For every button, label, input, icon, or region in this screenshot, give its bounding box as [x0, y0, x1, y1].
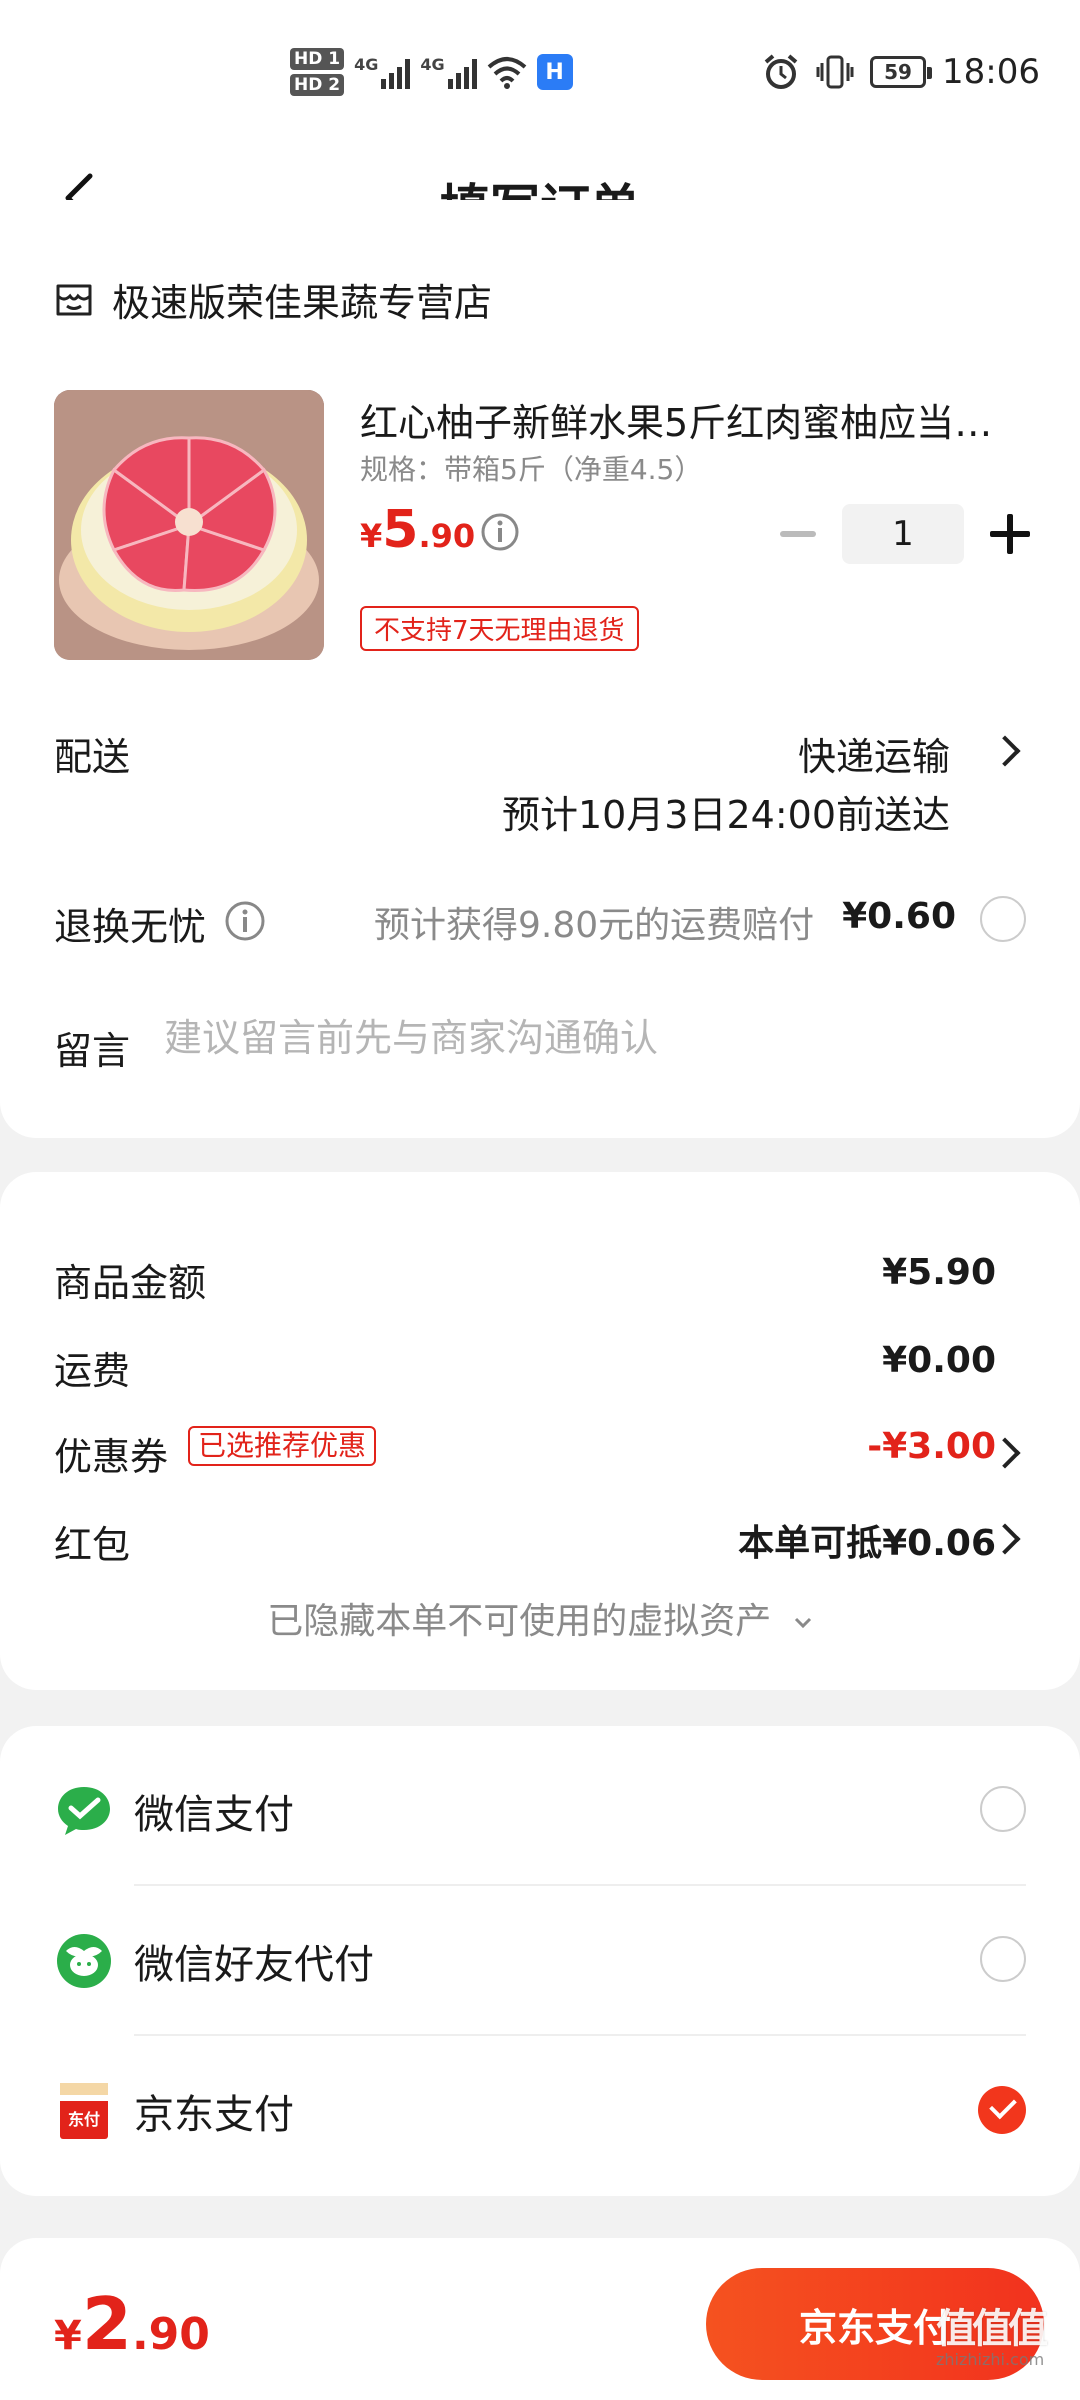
watermark: 值值值 zhizhizhi.com — [936, 2296, 1048, 2369]
info-icon[interactable] — [224, 900, 266, 942]
product-image[interactable] — [54, 390, 324, 660]
wifi-icon — [487, 57, 526, 89]
alarm-icon — [764, 54, 798, 89]
status-bar: HD 1 HD 2 4G 4G H 59 18:06 — [0, 0, 1080, 140]
sim1-indicator: HD 1 — [290, 48, 345, 70]
jd-pay-icon: 东付 — [60, 2083, 108, 2139]
quantity-stepper: 1 — [780, 504, 1030, 564]
plus-icon[interactable] — [990, 514, 1030, 554]
shipping-label: 运费 — [54, 1349, 131, 1393]
quantity-value[interactable]: 1 — [842, 504, 964, 564]
return-insurance-desc: 预计获得9.80元的运费赔付 — [374, 905, 815, 946]
watermark-logo: 值值值 — [936, 2306, 1048, 2352]
coupon-value[interactable]: -¥3.00 — [867, 1426, 996, 1467]
red-packet-label: 红包 — [54, 1523, 131, 1567]
minus-icon[interactable] — [780, 531, 816, 537]
order-item-card: 极速版荣佳果蔬专营店 红心柚子新鲜水果5斤红肉蜜柚应当季整箱 规格：带箱5斤（净… — [0, 200, 1080, 1138]
delivery-label: 配送 — [54, 735, 131, 779]
app-notification-icon: H — [536, 54, 573, 90]
payment-radio[interactable] — [980, 1936, 1026, 1982]
checkout-bar: ¥ 2 .90 京东支付 值值值 zhizhizhi.com — [0, 2238, 1080, 2400]
amount-summary-card: 商品金额 ¥5.90 运费 ¥0.00 优惠券 已选推荐优惠 -¥3.00 红包… — [0, 1172, 1080, 1690]
status-bar-left: HD 1 HD 2 4G 4G H — [290, 48, 573, 96]
wechat-friend-pay-icon — [57, 1934, 111, 1988]
wechat-pay-icon — [58, 1787, 110, 1835]
signal-icon: 4G — [420, 55, 477, 89]
product-price: ¥ 5 .90 — [360, 500, 476, 560]
message-input[interactable] — [164, 1016, 1024, 1060]
shop-name: 极速版荣佳果蔬专营店 — [112, 281, 493, 325]
hidden-assets-text: 已隐藏本单不可使用的虚拟资产 — [267, 1601, 772, 1642]
watermark-text: zhizhizhi.com — [936, 2350, 1045, 2369]
payment-label: 微信支付 — [134, 1792, 294, 1838]
message-label: 留言 — [54, 1029, 131, 1073]
payment-radio-checked[interactable] — [978, 2086, 1026, 2134]
signal-icon: 4G — [354, 55, 411, 89]
coupon-label: 优惠券 — [54, 1435, 169, 1479]
battery-icon: 59 — [870, 56, 933, 88]
pomelo-image-icon — [54, 390, 324, 660]
chevron-right-icon[interactable] — [989, 735, 1021, 767]
vibrate-icon — [816, 55, 854, 89]
delivery-method[interactable]: 快递运输 — [798, 726, 950, 781]
battery-level: 59 — [884, 60, 912, 84]
total-price: ¥ 2 .90 — [54, 2282, 210, 2366]
goods-amount-value: ¥5.90 — [882, 1252, 996, 1293]
price-info-icon[interactable] — [480, 512, 520, 552]
hidden-assets-toggle[interactable]: 已隐藏本单不可使用的虚拟资产 — [0, 1592, 1080, 1644]
status-time: 18:06 — [942, 52, 1040, 92]
shipping-value: ¥0.00 — [882, 1340, 996, 1381]
product-spec[interactable]: 规格：带箱5斤（净重4.5） — [360, 448, 702, 488]
chevron-down-icon — [794, 1617, 811, 1629]
sim-indicators: HD 1 HD 2 — [290, 48, 345, 96]
product-title[interactable]: 红心柚子新鲜水果5斤红肉蜜柚应当季整箱 — [360, 392, 1010, 447]
return-insurance-label: 退换无忧 — [54, 905, 207, 949]
return-insurance-price: ¥0.60 — [842, 896, 956, 937]
goods-amount-label: 商品金额 — [54, 1261, 207, 1305]
payment-radio[interactable] — [980, 1786, 1026, 1832]
network-type-label: 4G — [420, 55, 445, 74]
payment-option-jd[interactable]: 东付 京东支付 — [54, 2036, 1026, 2186]
status-bar-right: 59 18:06 — [762, 52, 1040, 92]
return-insurance-radio[interactable] — [980, 896, 1026, 942]
coupon-tag: 已选推荐优惠 — [188, 1426, 377, 1466]
network-type-label: 4G — [354, 55, 379, 74]
red-packet-value[interactable]: 本单可抵¥0.06 — [738, 1514, 996, 1566]
return-policy-badge: 不支持7天无理由退货 — [360, 606, 639, 651]
payment-option-wechat-friend[interactable]: 微信好友代付 — [54, 1886, 1026, 2036]
delivery-eta: 预计10月3日24:00前送达 — [501, 793, 950, 837]
payment-label: 微信好友代付 — [134, 1942, 374, 1988]
jd-icon-text: 东付 — [68, 2110, 100, 2129]
shop-header[interactable]: 极速版荣佳果蔬专营店 — [54, 272, 492, 327]
sim2-indicator: HD 2 — [290, 74, 345, 96]
payment-methods-card: 微信支付 微信好友代付 东付 京东支付 — [0, 1726, 1080, 2196]
payment-label: 京东支付 — [134, 2092, 294, 2138]
payment-option-wechat[interactable]: 微信支付 — [54, 1736, 1026, 1886]
shop-icon — [56, 284, 92, 315]
